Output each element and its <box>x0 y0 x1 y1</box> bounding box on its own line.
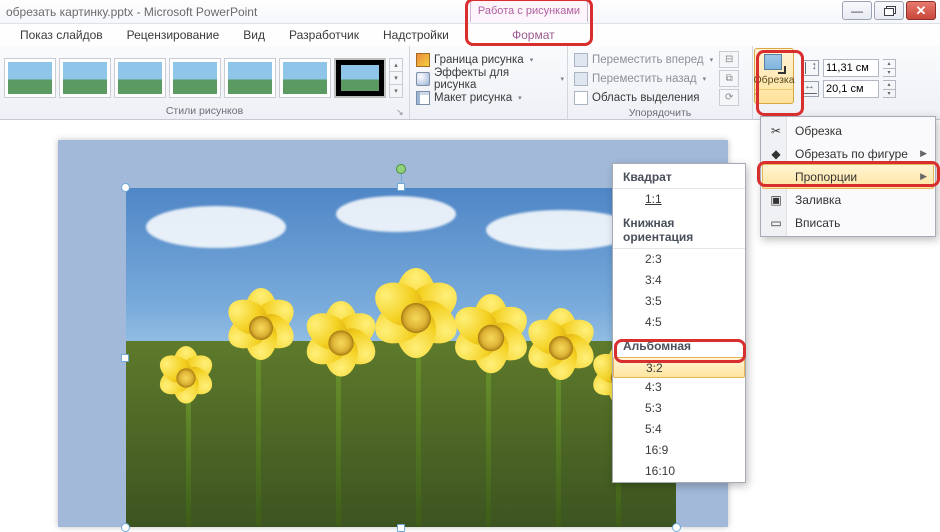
resize-handle[interactable] <box>121 523 130 532</box>
group-button[interactable]: ⧉ <box>719 70 739 87</box>
tab-developer[interactable]: Разработчик <box>277 24 371 46</box>
ratio-3-2[interactable]: 3:2 <box>613 357 745 378</box>
height-control[interactable]: ▴▾ <box>801 58 896 79</box>
window-title: обрезать картинку.pptx - Microsoft Power… <box>0 5 257 19</box>
menu-fill[interactable]: ▣Заливка <box>763 188 933 211</box>
style-thumb[interactable] <box>279 58 331 98</box>
tab-view[interactable]: Вид <box>231 24 277 46</box>
gallery-more[interactable]: ▴▾▾ <box>389 58 403 98</box>
border-icon <box>416 53 430 67</box>
menu-aspect-ratio[interactable]: Пропорции▶ <box>762 164 934 189</box>
ratio-3-4[interactable]: 3:4 <box>613 270 745 291</box>
layout-icon <box>416 91 430 105</box>
close-button[interactable]: ✕ <box>906 1 936 20</box>
height-input[interactable] <box>823 59 879 77</box>
contextual-tab-picture-tools[interactable]: Работа с рисунками <box>470 0 588 22</box>
minimize-button[interactable]: — <box>842 1 872 20</box>
rotate-button[interactable]: ⟳ <box>719 89 739 106</box>
fit-icon: ▭ <box>768 215 784 231</box>
crop-split-button[interactable]: Обрезка ▾ <box>754 48 794 104</box>
crop-dropdown-menu: ✂Обрезка ◆Обрезать по фигуре▶ Пропорции▶… <box>760 116 936 237</box>
send-backward-icon <box>574 72 588 86</box>
section-portrait: Книжная ориентация <box>613 210 745 249</box>
ratio-4-5[interactable]: 4:5 <box>613 312 745 333</box>
group-arrange: Переместить вперед▾⊟ Переместить назад▾⧉… <box>568 46 753 119</box>
tab-review[interactable]: Рецензирование <box>115 24 232 46</box>
picture-effects-button[interactable]: Эффекты для рисунка▾ <box>416 69 566 88</box>
width-control[interactable]: ▴▾ <box>801 79 896 100</box>
ratio-4-3[interactable]: 4:3 <box>613 377 745 398</box>
style-thumb[interactable] <box>224 58 276 98</box>
selected-picture[interactable] <box>126 188 676 527</box>
menu-crop[interactable]: ✂Обрезка <box>763 119 933 142</box>
crop-button-label: Обрезка <box>753 74 794 86</box>
ratio-2-3[interactable]: 2:3 <box>613 249 745 270</box>
ratio-5-4[interactable]: 5:4 <box>613 419 745 440</box>
resize-handle[interactable] <box>397 524 405 532</box>
picture-layout-button[interactable]: Макет рисунка▾ <box>416 88 566 107</box>
aspect-ratio-submenu: Квадрат 1:1 Книжная ориентация 2:3 3:4 3… <box>612 163 746 483</box>
crop-icon <box>762 52 786 74</box>
resize-handle[interactable] <box>397 183 405 191</box>
menu-crop-to-shape[interactable]: ◆Обрезать по фигуре▶ <box>763 142 933 165</box>
menu-fit[interactable]: ▭Вписать <box>763 211 933 234</box>
selection-pane-button[interactable]: Область выделения⟳ <box>574 88 739 107</box>
style-thumb[interactable] <box>114 58 166 98</box>
ribbon: ▴▾▾ Стили рисунков ↘ Граница рисунка▾ Эф… <box>0 46 940 120</box>
tab-format[interactable]: Формат <box>500 24 567 46</box>
section-landscape: Альбомная <box>613 333 745 358</box>
send-backward-button[interactable]: Переместить назад▾⧉ <box>574 69 739 88</box>
style-thumb[interactable] <box>4 58 56 98</box>
align-button[interactable]: ⊟ <box>719 51 739 68</box>
dialog-launcher[interactable]: ↘ <box>396 107 406 117</box>
section-square: Квадрат <box>613 164 745 189</box>
effects-icon <box>416 72 430 86</box>
ratio-3-5[interactable]: 3:5 <box>613 291 745 312</box>
height-spinner[interactable]: ▴▾ <box>883 59 896 77</box>
tab-slideshow[interactable]: Показ слайдов <box>8 24 115 46</box>
group-picture-format: Граница рисунка▾ Эффекты для рисунка▾ Ма… <box>410 46 568 119</box>
group-crop: Обрезка ▾ <box>753 46 795 119</box>
width-icon <box>801 81 819 97</box>
shape-icon: ◆ <box>768 146 784 162</box>
restore-button[interactable] <box>874 1 904 20</box>
rotate-handle[interactable] <box>396 164 406 174</box>
ratio-1-1[interactable]: 1:1 <box>613 189 745 210</box>
style-thumb-selected[interactable] <box>334 58 386 98</box>
width-spinner[interactable]: ▴▾ <box>883 80 896 98</box>
crop-dropdown-arrow[interactable]: ▾ <box>755 89 793 103</box>
picture-daffodils <box>126 188 676 527</box>
aspect-icon <box>768 169 784 185</box>
group-picture-styles: ▴▾▾ Стили рисунков ↘ <box>0 46 410 119</box>
tab-addins[interactable]: Надстройки <box>371 24 461 46</box>
ratio-16-10[interactable]: 16:10 <box>613 461 745 482</box>
title-bar: обрезать картинку.pptx - Microsoft Power… <box>0 0 940 24</box>
ratio-5-3[interactable]: 5:3 <box>613 398 745 419</box>
resize-handle[interactable] <box>672 523 681 532</box>
style-thumb[interactable] <box>169 58 221 98</box>
height-icon <box>801 60 819 76</box>
resize-handle[interactable] <box>121 354 129 362</box>
bring-forward-button[interactable]: Переместить вперед▾⊟ <box>574 50 739 69</box>
style-thumb[interactable] <box>59 58 111 98</box>
group-label: Упорядочить <box>629 107 691 121</box>
fill-icon: ▣ <box>768 192 784 208</box>
bring-forward-icon <box>574 53 588 67</box>
width-input[interactable] <box>823 80 879 98</box>
resize-handle[interactable] <box>121 183 130 192</box>
ratio-16-9[interactable]: 16:9 <box>613 440 745 461</box>
crop-icon: ✂ <box>768 123 784 139</box>
ribbon-tabs: Показ слайдов Рецензирование Вид Разрабо… <box>0 24 940 46</box>
selection-pane-icon <box>574 91 588 105</box>
group-label: Стили рисунков <box>166 105 243 119</box>
group-size: ▴▾ ▴▾ <box>795 46 925 119</box>
